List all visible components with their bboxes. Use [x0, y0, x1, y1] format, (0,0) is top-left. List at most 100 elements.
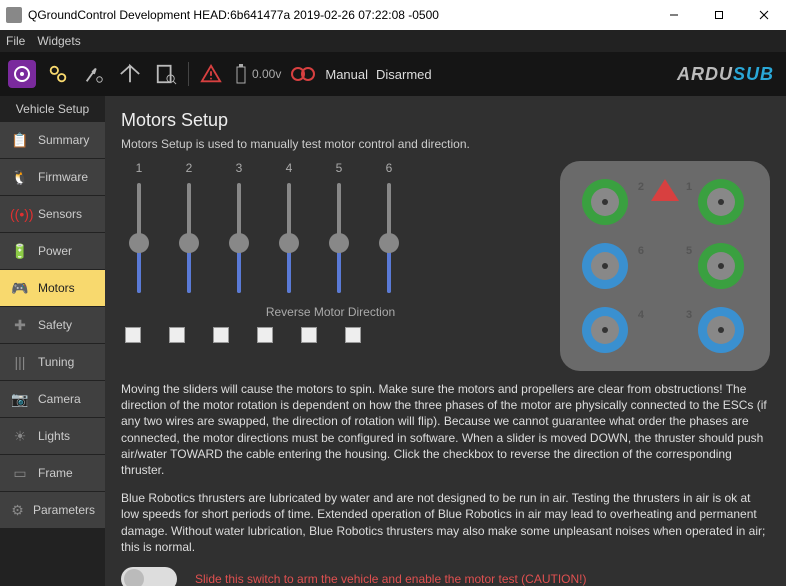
summary-icon: 📋: [10, 132, 30, 149]
thruster-6: 6: [582, 243, 632, 293]
thruster-5: 5: [698, 243, 748, 293]
frame-icon: ▭: [10, 465, 30, 482]
sidebar: Vehicle Setup 📋 Summary 🐧 Firmware ((•))Se…: [0, 96, 105, 586]
waypoint-icon[interactable]: [80, 60, 108, 88]
arm-switch-row: Slide this switch to arm the vehicle and…: [121, 567, 770, 586]
telemetry-icon[interactable]: [116, 60, 144, 88]
thruster-label: 3: [686, 309, 692, 321]
reverse-checkbox-4[interactable]: [257, 327, 273, 343]
sidebar-item-power[interactable]: 🔋 Power: [0, 233, 105, 269]
thruster-4: 4: [582, 307, 632, 357]
arm-state[interactable]: Disarmed: [376, 67, 432, 82]
flight-mode[interactable]: Manual: [325, 67, 368, 82]
thruster-1: 1: [698, 179, 748, 229]
brand-logo: ARDUSUB: [677, 64, 774, 85]
thruster-3: 3: [698, 307, 748, 357]
sidebar-item-label: Power: [38, 244, 72, 258]
slider-number-label: 1: [136, 161, 143, 175]
page-title: Motors Setup: [121, 110, 770, 131]
motor-slider-5[interactable]: 5: [321, 161, 357, 293]
camera-icon: 📷: [10, 391, 30, 408]
power-icon: 🔋: [10, 243, 30, 260]
sidebar-item-tuning[interactable]: ||| Tuning: [0, 344, 105, 380]
sidebar-item-parameters[interactable]: ⚙ Parameters: [0, 492, 105, 528]
sidebar-item-frame[interactable]: ▭ Frame: [0, 455, 105, 491]
window-maximize-button[interactable]: [696, 0, 741, 30]
motor-slider-4[interactable]: 4: [271, 161, 307, 293]
thruster-label: 2: [638, 181, 644, 193]
motors-icon: 🎮: [10, 280, 30, 297]
motor-slider-2[interactable]: 2: [171, 161, 207, 293]
window-close-button[interactable]: [741, 0, 786, 30]
info-text-block: Moving the sliders will cause the motors…: [121, 381, 770, 555]
arm-toggle-switch[interactable]: [121, 567, 177, 586]
sidebar-item-label: Tuning: [38, 355, 74, 369]
reverse-checkbox-1[interactable]: [125, 327, 141, 343]
analyze-icon[interactable]: [152, 60, 180, 88]
reverse-checkbox-3[interactable]: [213, 327, 229, 343]
motor-slider-3[interactable]: 3: [221, 161, 257, 293]
toolbar-separator: [188, 62, 189, 86]
sidebar-item-label: Firmware: [38, 170, 88, 184]
page-subtitle: Motors Setup is used to manually test mo…: [121, 137, 770, 151]
logo-icon[interactable]: [8, 60, 36, 88]
info-paragraph-1: Moving the sliders will cause the motors…: [121, 381, 770, 478]
window-title: QGroundControl Development HEAD:6b641477…: [28, 8, 439, 22]
lights-icon: ☀: [10, 428, 30, 445]
main-content: Motors Setup Motors Setup is used to man…: [105, 96, 786, 586]
reverse-checkbox-2[interactable]: [169, 327, 185, 343]
sidebar-item-label: Camera: [38, 392, 81, 406]
sidebar-item-label: Lights: [38, 429, 70, 443]
menubar: File Widgets: [0, 30, 786, 52]
sidebar-item-safety[interactable]: ✚ Safety: [0, 307, 105, 343]
settings-gear-icon[interactable]: [44, 60, 72, 88]
sidebar-item-label: Summary: [38, 133, 89, 147]
slider-number-label: 6: [386, 161, 393, 175]
slider-number-label: 5: [336, 161, 343, 175]
sidebar-item-label: Parameters: [33, 503, 95, 517]
thruster-label: 5: [686, 245, 692, 257]
sidebar-item-label: Motors: [38, 281, 75, 295]
safety-icon: ✚: [10, 317, 30, 334]
warning-triangle-icon: [651, 179, 679, 201]
sidebar-title: Vehicle Setup: [0, 96, 105, 122]
reverse-direction-label: Reverse Motor Direction: [121, 305, 540, 319]
window-titlebar: QGroundControl Development HEAD:6b641477…: [0, 0, 786, 30]
reverse-checkbox-5[interactable]: [301, 327, 317, 343]
thruster-label: 1: [686, 181, 692, 193]
sidebar-item-firmware[interactable]: 🐧 Firmware: [0, 159, 105, 195]
battery-voltage: 0.00v: [252, 67, 281, 81]
joystick-icon[interactable]: [289, 60, 317, 88]
battery-indicator[interactable]: 0.00v: [233, 63, 281, 85]
motor-slider-1[interactable]: 1: [121, 161, 157, 293]
thruster-2: 2: [582, 179, 632, 229]
warning-icon[interactable]: [197, 60, 225, 88]
sidebar-item-sensors[interactable]: ((•))Sensors: [0, 196, 105, 232]
sidebar-item-lights[interactable]: ☀ Lights: [0, 418, 105, 454]
slider-number-label: 4: [286, 161, 293, 175]
sidebar-item-summary[interactable]: 📋 Summary: [0, 122, 105, 158]
thruster-layout-diagram: 2 1 6 5 4 3: [560, 161, 770, 371]
motor-sliders-group: 1 2 3 4 5 6 Reverse Motor Direction: [121, 161, 540, 343]
motor-slider-6[interactable]: 6: [371, 161, 407, 293]
thruster-label: 4: [638, 309, 644, 321]
sidebar-item-label: Sensors: [38, 207, 82, 221]
parameters-icon: ⚙: [10, 502, 25, 519]
app-icon: [6, 7, 22, 23]
sidebar-item-camera[interactable]: 📷 Camera: [0, 381, 105, 417]
window-minimize-button[interactable]: [651, 0, 696, 30]
sidebar-item-label: Frame: [38, 466, 73, 480]
firmware-icon: 🐧: [10, 169, 30, 186]
slider-number-label: 2: [186, 161, 193, 175]
sidebar-item-label: Safety: [38, 318, 72, 332]
menu-widgets[interactable]: Widgets: [37, 34, 80, 48]
reverse-checkbox-6[interactable]: [345, 327, 361, 343]
menu-file[interactable]: File: [6, 34, 25, 48]
slider-number-label: 3: [236, 161, 243, 175]
info-paragraph-2: Blue Robotics thrusters are lubricated b…: [121, 490, 770, 555]
sidebar-item-motors[interactable]: 🎮 Motors: [0, 270, 105, 306]
toolbar: 0.00v Manual Disarmed ARDUSUB: [0, 52, 786, 96]
arm-caution-text: Slide this switch to arm the vehicle and…: [195, 572, 587, 586]
tuning-icon: |||: [10, 354, 30, 370]
thruster-label: 6: [638, 245, 644, 257]
